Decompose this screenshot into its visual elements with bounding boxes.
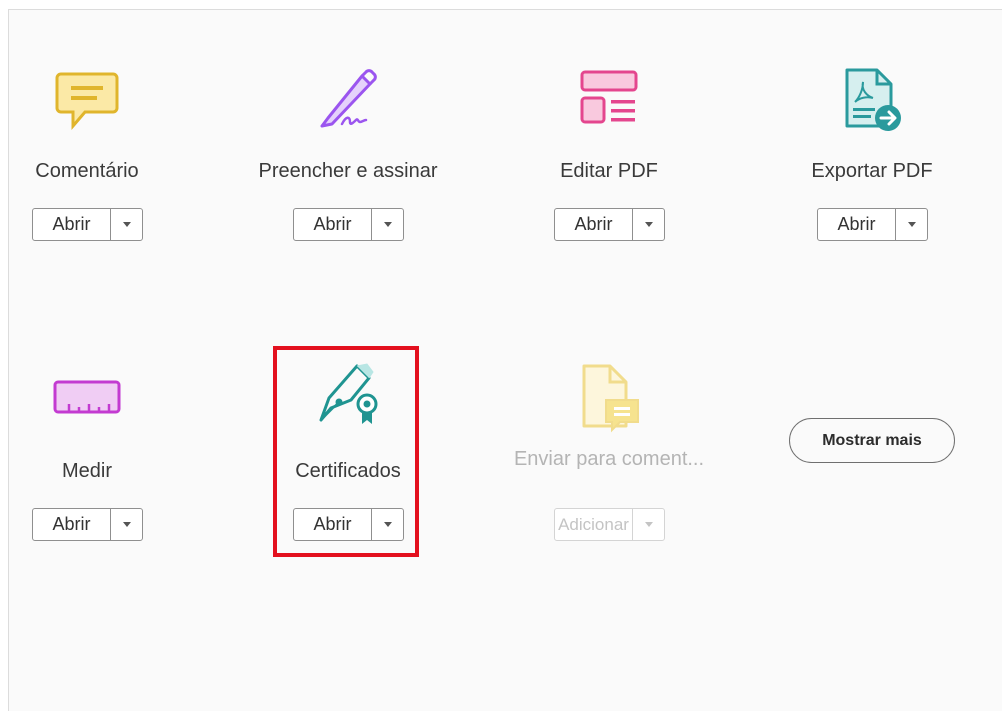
tool-label: Preencher e assinar <box>258 160 438 182</box>
open-button[interactable]: Abrir <box>33 209 111 240</box>
tool-label: Editar PDF <box>560 160 658 182</box>
edit-pdf-icon <box>580 70 638 124</box>
dropdown-button[interactable] <box>896 209 927 240</box>
open-split-button: Abrir <box>817 208 928 241</box>
tool-label: Comentário <box>35 160 139 182</box>
tool-label: Medir <box>61 460 112 482</box>
dropdown-button[interactable] <box>633 209 664 240</box>
dropdown-button[interactable] <box>111 509 142 540</box>
chevron-down-icon <box>644 222 653 227</box>
highlight-box <box>273 346 419 557</box>
tool-label: Enviar para coment... <box>513 448 705 470</box>
open-split-button: Abrir <box>32 508 143 541</box>
open-split-button: Abrir <box>32 208 143 241</box>
dropdown-button[interactable] <box>633 509 664 540</box>
show-more-button[interactable]: Mostrar mais <box>789 418 955 463</box>
open-split-button: Abrir <box>554 208 665 241</box>
chevron-down-icon <box>383 222 392 227</box>
dropdown-button[interactable] <box>372 209 403 240</box>
send-comment-icon <box>582 364 639 433</box>
dropdown-button[interactable] <box>111 209 142 240</box>
ruler-icon <box>53 380 121 414</box>
comment-icon <box>55 72 119 131</box>
open-button[interactable]: Abrir <box>294 209 372 240</box>
fill-sign-pen-icon <box>320 69 377 128</box>
chevron-down-icon <box>644 522 653 527</box>
open-button[interactable]: Abrir <box>818 209 896 240</box>
open-button[interactable]: Abrir <box>555 209 633 240</box>
add-split-button: Adicionar <box>554 508 665 541</box>
add-button[interactable]: Adicionar <box>555 509 633 540</box>
export-pdf-icon <box>845 68 901 131</box>
open-button[interactable]: Abrir <box>33 509 111 540</box>
chevron-down-icon <box>907 222 916 227</box>
tool-label: Exportar PDF <box>811 160 933 182</box>
open-split-button: Abrir <box>293 208 404 241</box>
chevron-down-icon <box>122 522 131 527</box>
chevron-down-icon <box>122 222 131 227</box>
